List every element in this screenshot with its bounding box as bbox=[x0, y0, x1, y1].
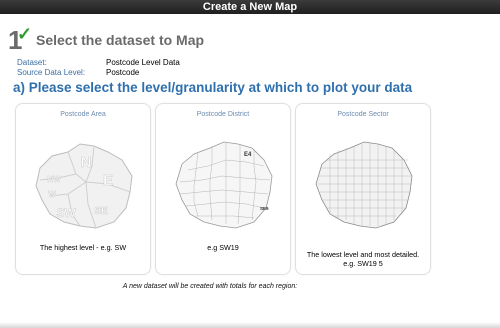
area-label-sw: SW bbox=[56, 206, 76, 220]
district-label-e4: E4 bbox=[244, 152, 252, 158]
source-level-value: Postcode bbox=[106, 68, 140, 77]
area-label-n: N bbox=[81, 154, 92, 171]
postcode-area-card[interactable]: Postcode Area N NW E W SW SE The highest… bbox=[15, 103, 151, 275]
postcode-area-map: N NW E W SW SE bbox=[35, 143, 133, 229]
area-label-w: W bbox=[48, 190, 56, 199]
window-title-bar: Create a New Map bbox=[0, 0, 500, 14]
bottom-bar bbox=[0, 322, 500, 328]
window-title: Create a New Map bbox=[202, 1, 298, 13]
card-caption: e.g SW19 bbox=[207, 243, 239, 252]
source-level-label: Source Data Level: bbox=[17, 68, 86, 77]
postcode-district-card[interactable]: Postcode District E4 SE9 e.g SW19 bbox=[155, 103, 291, 275]
area-label-se: SE bbox=[94, 206, 108, 217]
check-icon: ✓ bbox=[17, 24, 33, 44]
area-label-nw: NW bbox=[47, 175, 61, 184]
card-title: Postcode Area bbox=[60, 111, 106, 118]
card-title: Postcode District bbox=[196, 111, 250, 118]
dataset-row: Dataset: Postcode Level Data bbox=[17, 58, 180, 68]
footnote: A new dataset will be created with total… bbox=[122, 283, 298, 290]
district-label-se9: SE9 bbox=[260, 206, 269, 211]
dataset-label: Dataset: bbox=[17, 58, 47, 67]
postcode-sector-card[interactable]: Postcode Sector The lowest level and mos… bbox=[295, 103, 431, 275]
postcode-sector-map bbox=[315, 141, 413, 229]
postcode-district-map: E4 SE9 bbox=[175, 141, 273, 229]
card-title: Postcode Sector bbox=[337, 111, 389, 118]
step-header: 1 ✓ Select the dataset to Map bbox=[8, 24, 205, 53]
dataset-info: Dataset: Postcode Level Data Source Data… bbox=[17, 58, 180, 78]
source-level-row: Source Data Level: Postcode bbox=[17, 68, 180, 78]
card-caption: The lowest level and most detailed. e.g.… bbox=[306, 250, 420, 268]
card-caption: The highest level - e.g. SW bbox=[39, 243, 127, 252]
dataset-value: Postcode Level Data bbox=[106, 58, 180, 67]
step-title: Select the dataset to Map bbox=[36, 32, 205, 48]
step-number: 1 ✓ bbox=[8, 24, 32, 53]
granularity-question: a) Please select the level/granularity a… bbox=[13, 80, 413, 95]
area-label-e: E bbox=[103, 172, 113, 189]
